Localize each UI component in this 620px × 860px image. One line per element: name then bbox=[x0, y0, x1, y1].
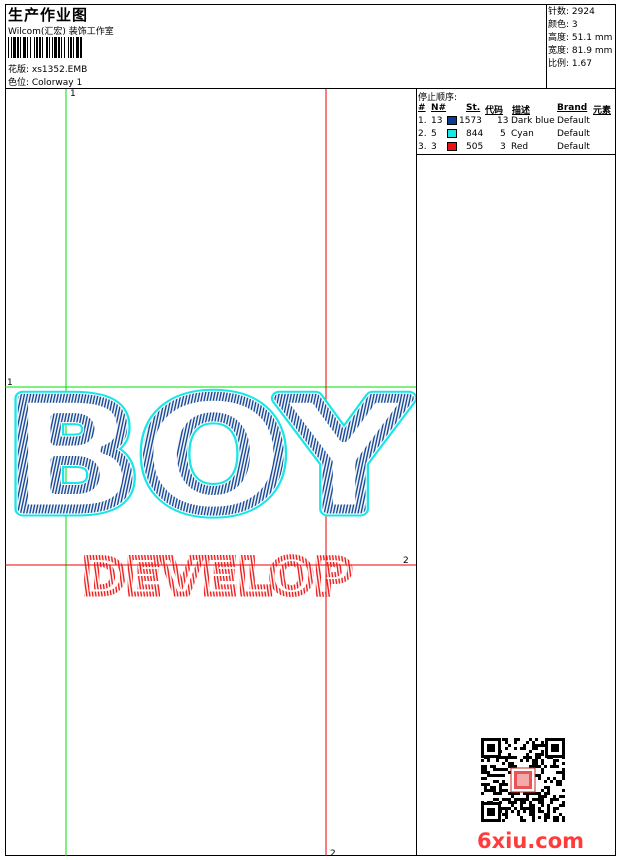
company-name: Wilcom(汇宏) 装饰工作室 bbox=[8, 27, 114, 37]
design-file-name: 花版: xs1352.EMB bbox=[8, 65, 88, 75]
barcode bbox=[8, 37, 82, 58]
stat-colors: 颜色: 3 bbox=[548, 20, 578, 30]
stat-stitches: 针数: 2924 bbox=[548, 7, 595, 17]
table-row: 3. 3 505 3 Red Default bbox=[418, 142, 590, 152]
col-header-needle: N# bbox=[431, 103, 447, 113]
design-stats: 针数: 2924 颜色: 3 高度: 51.1 mm 宽度: 81.9 mm 比… bbox=[548, 6, 612, 71]
guide-label-red: 2 bbox=[403, 556, 409, 566]
col-header-index: # bbox=[418, 103, 426, 113]
qr-code-icon bbox=[481, 738, 565, 822]
col-header-description: 描述 bbox=[512, 106, 531, 116]
color-swatch bbox=[447, 129, 457, 138]
stop-sequence-title: 停止顺序: bbox=[418, 93, 458, 103]
col-header-element: 元素 bbox=[593, 106, 612, 116]
boy-satin-text: BOY bbox=[7, 368, 409, 545]
stat-height: 高度: 51.1 mm bbox=[548, 33, 613, 43]
stat-width: 宽度: 81.9 mm bbox=[548, 46, 613, 56]
design-preview: 1 1 2 2 BOY BOY BOY DEVELOP bbox=[5, 89, 416, 856]
col-header-code: 代码 bbox=[485, 106, 504, 116]
col-header-brand: Brand bbox=[557, 103, 588, 113]
table-row: 1. 13 1573 13 Dark blue Default bbox=[418, 116, 590, 126]
guide-label-green: 1 bbox=[70, 89, 76, 99]
col-header-stitches: St. bbox=[466, 103, 481, 113]
color-swatch bbox=[447, 142, 457, 151]
site-logo: 6xiu.com bbox=[477, 829, 585, 853]
table-row: 2. 5 844 5 Cyan Default bbox=[418, 129, 590, 139]
stat-scale: 比例: 1.67 bbox=[548, 59, 592, 69]
page-title: 生产作业图 bbox=[8, 6, 89, 24]
colorway-label: 色位: Colorway 1 bbox=[8, 78, 83, 88]
develop-text: DEVELOP bbox=[82, 548, 352, 606]
color-swatch bbox=[447, 116, 457, 125]
guide-label-red: 2 bbox=[330, 849, 336, 856]
